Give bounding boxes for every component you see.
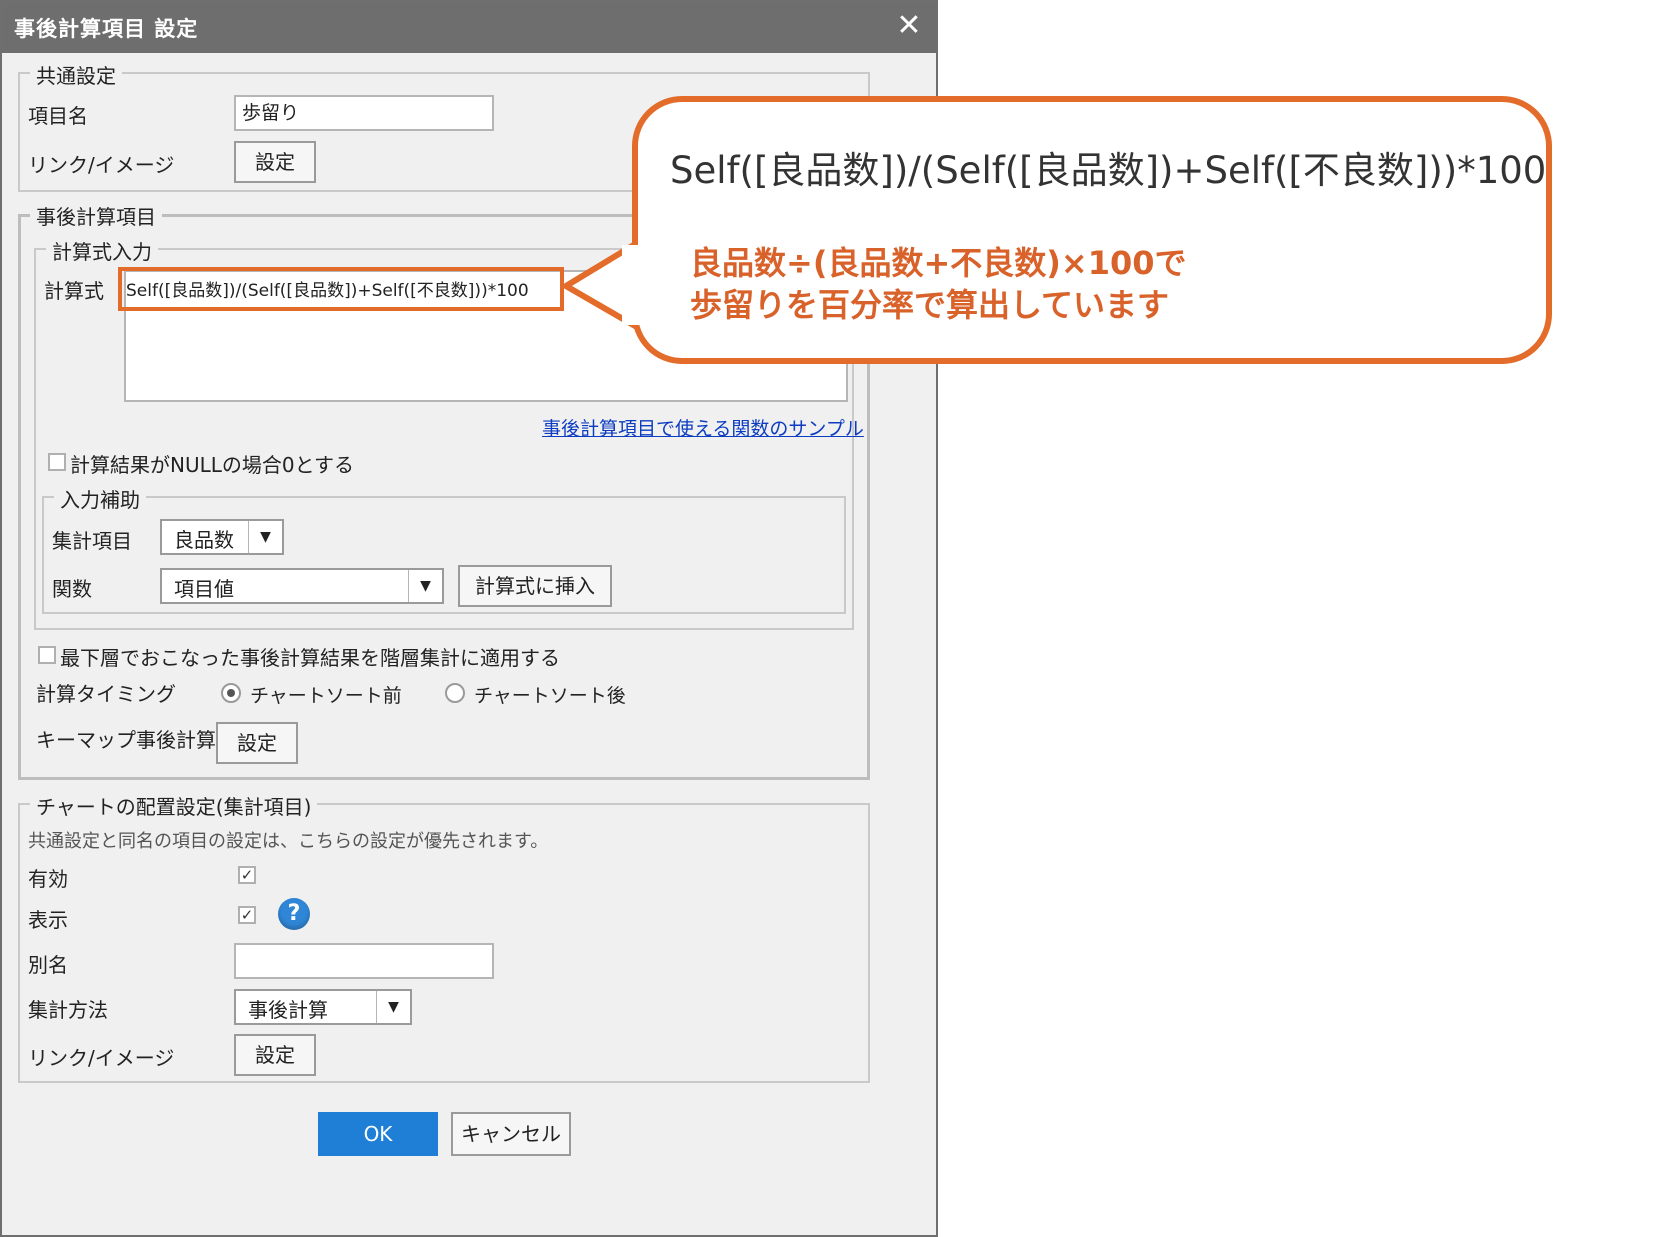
keymap-label: キーマップ事後計算 [36,728,216,752]
common-link-settings-button[interactable]: 設定 [234,141,316,183]
agg-method-value: 事後計算 [248,998,328,1022]
enabled-label: 有効 [28,867,68,891]
agg-item-select[interactable]: 良品数 ▼ [160,519,284,555]
timing-after-label: チャートソート後 [474,685,626,707]
agg-item-label: 集計項目 [52,529,132,553]
placement-link-label: リンク/イメージ [28,1046,175,1070]
timing-before-label: チャートソート前 [250,685,402,707]
cancel-button[interactable]: キャンセル [451,1112,571,1156]
alias-label: 別名 [28,953,68,977]
formula-text: Self([良品数])/(Self([良品数])+Self([不良数]))*10… [126,281,529,301]
formula-input-legend: 計算式入力 [46,236,158,265]
display-label: 表示 [28,908,68,932]
item-name-label: 項目名 [28,104,88,128]
enabled-checkbox[interactable]: ✓ [238,866,256,884]
apply-hierarchy-label: 最下層でおこなった事後計算結果を階層集計に適用する [60,646,560,670]
input-assist-legend: 入力補助 [54,484,146,513]
postcalc-legend: 事後計算項目 [30,201,162,230]
function-label: 関数 [52,577,92,601]
common-link-label: リンク/イメージ [28,153,175,177]
help-icon[interactable]: ? [278,898,310,930]
callout-note-line2: 歩留りを百分率で算出しています [690,286,1170,324]
ok-button[interactable]: OK [318,1112,438,1156]
chart-placement-legend: チャートの配置設定(集計項目) [30,791,318,820]
apply-hierarchy-checkbox[interactable] [38,646,56,664]
keymap-settings-button[interactable]: 設定 [216,722,298,764]
function-value: 項目値 [174,577,234,601]
chevron-down-icon[interactable]: ▼ [376,991,410,1023]
calc-timing-label: 計算タイミング [36,682,176,706]
dialog-title: 事後計算項目 設定 [14,17,199,41]
callout-formula: Self([良品数])/(Self([良品数])+Self([不良数]))*10… [670,149,1547,192]
close-icon[interactable]: ✕ [892,9,926,43]
timing-before-radio[interactable] [221,683,241,703]
alias-input[interactable] [234,943,494,979]
dialog-titlebar: 事後計算項目 設定 ✕ [2,2,936,53]
chevron-down-icon[interactable]: ▼ [408,570,442,602]
chevron-down-icon[interactable]: ▼ [248,521,282,553]
agg-method-label: 集計方法 [28,998,108,1022]
common-settings-legend: 共通設定 [30,60,122,89]
formula-label: 計算式 [44,279,104,303]
null-zero-checkbox[interactable] [48,453,66,471]
function-select[interactable]: 項目値 ▼ [160,568,444,604]
agg-method-select[interactable]: 事後計算 ▼ [234,989,412,1025]
insert-to-formula-button[interactable]: 計算式に挿入 [458,565,612,607]
agg-item-value: 良品数 [174,528,234,552]
null-zero-label: 計算結果がNULLの場合0とする [70,453,355,477]
callout-joint-mask [622,245,642,325]
item-name-input[interactable]: 歩留り [234,95,494,131]
function-sample-link[interactable]: 事後計算項目で使える関数のサンプル [542,414,864,441]
timing-after-radio[interactable] [445,683,465,703]
placement-note: 共通設定と同名の項目の設定は、こちらの設定が優先されます。 [28,831,549,852]
callout-note-line1: 良品数÷(良品数+不良数)×100で [690,244,1187,282]
placement-link-settings-button[interactable]: 設定 [234,1034,316,1076]
display-checkbox[interactable]: ✓ [238,906,256,924]
